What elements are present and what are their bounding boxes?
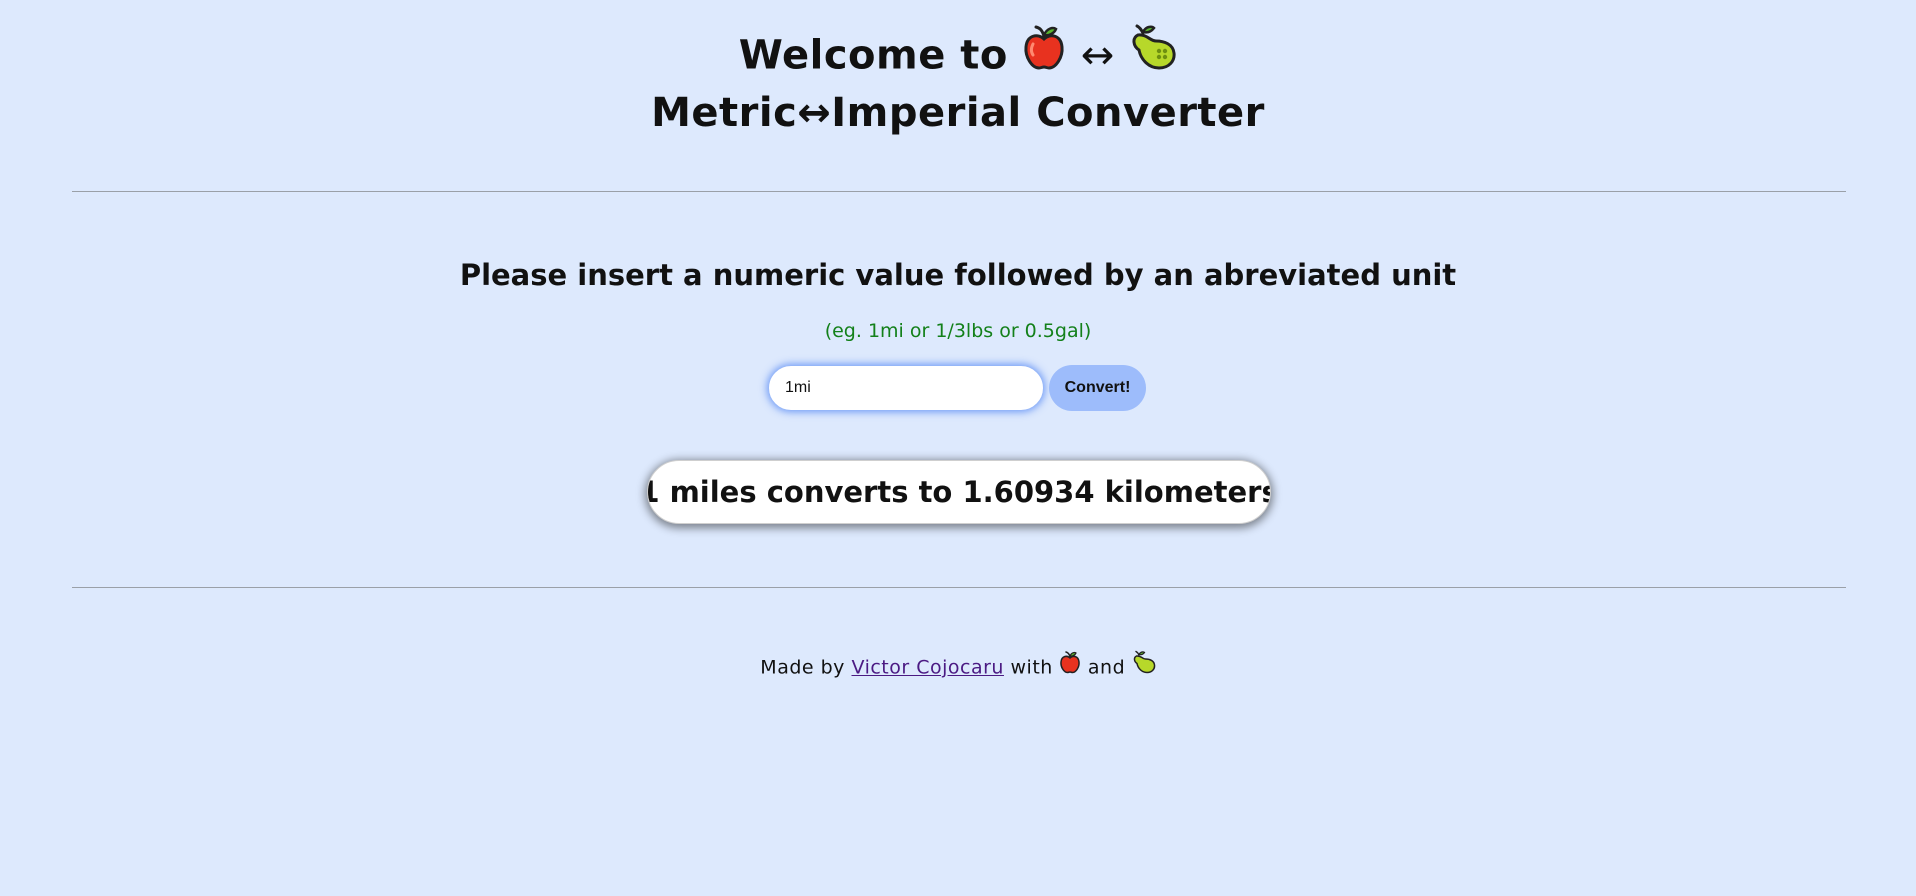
bottom-divider [72, 587, 1846, 588]
footer: Made by Victor Cojocaru with and [0, 650, 1916, 684]
converter-page: Welcome to ↔ Metric↔Imperial Converter P… [0, 0, 1916, 896]
apple-icon [1022, 24, 1066, 83]
footer-made-by: Made by [760, 656, 845, 679]
title-welcome-text: Welcome to [738, 32, 1008, 79]
pear-icon [1129, 24, 1177, 83]
title-line-1: Welcome to ↔ [0, 24, 1916, 87]
top-divider [72, 191, 1846, 192]
convert-button[interactable]: Convert! [1049, 365, 1146, 411]
example-hint: (eg. 1mi or 1/3lbs or 0.5gal) [824, 320, 1092, 342]
unit-input[interactable] [769, 366, 1043, 410]
instruction-heading: Please insert a numeric value followed b… [459, 258, 1457, 292]
page-title: Welcome to ↔ Metric↔Imperial Converter [0, 24, 1916, 139]
pear-icon [1132, 650, 1156, 682]
result-box: 1 miles converts to 1.60934 kilometers [647, 460, 1271, 524]
result-text: 1 miles converts to 1.60934 kilometers [647, 475, 1271, 509]
apple-icon [1059, 650, 1081, 682]
author-link[interactable]: Victor Cojocaru [851, 657, 1003, 679]
convert-form: Convert! [769, 365, 1146, 411]
footer-and: and [1087, 656, 1126, 679]
title-line-2: Metric↔Imperial Converter [651, 90, 1265, 136]
title-arrow: ↔ [1080, 32, 1115, 79]
footer-with: with [1010, 656, 1053, 679]
